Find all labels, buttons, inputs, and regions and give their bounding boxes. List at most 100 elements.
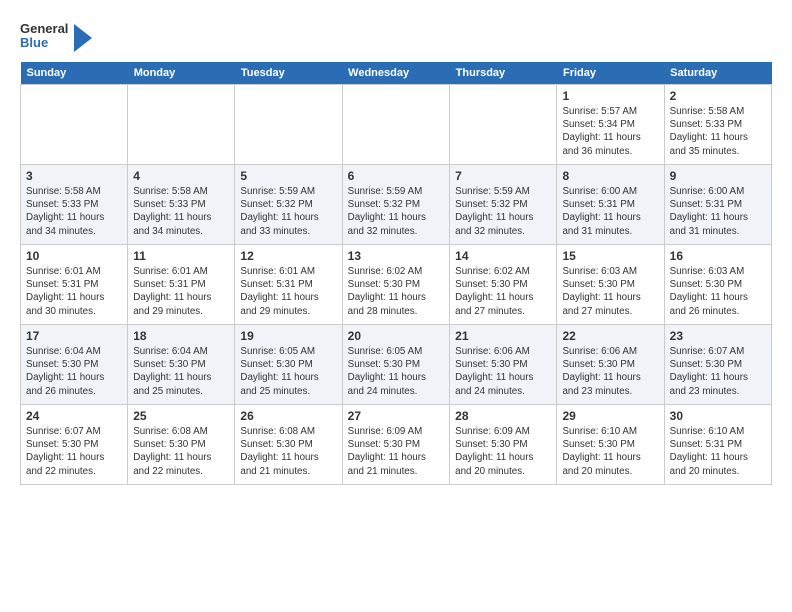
calendar-cell: [450, 85, 557, 165]
day-number: 10: [26, 249, 122, 263]
day-info: Sunrise: 6:09 AM Sunset: 5:30 PM Dayligh…: [348, 425, 445, 478]
day-info: Sunrise: 6:06 AM Sunset: 5:30 PM Dayligh…: [562, 345, 658, 398]
calendar-week-row: 3 Sunrise: 5:58 AM Sunset: 5:33 PM Daylig…: [21, 165, 772, 245]
day-info: Sunrise: 5:58 AM Sunset: 5:33 PM Dayligh…: [26, 185, 122, 238]
day-number: 4: [133, 169, 229, 183]
calendar-week-row: 17Sunrise: 6:04 AM Sunset: 5:30 PM Dayli…: [21, 325, 772, 405]
day-number: 15: [562, 249, 658, 263]
calendar-cell: 26 Sunrise: 6:08 AM Sunset: 5:30 PM Dayli…: [235, 405, 342, 485]
day-info: Sunrise: 6:07 AM Sunset: 5:30 PM Dayligh…: [26, 425, 122, 478]
calendar-cell: 3 Sunrise: 5:58 AM Sunset: 5:33 PM Daylig…: [21, 165, 128, 245]
calendar-cell: 28 Sunrise: 6:09 AM Sunset: 5:30 PM Dayli…: [450, 405, 557, 485]
calendar-cell: 23 Sunrise: 6:07 AM Sunset: 5:30 PM Dayli…: [664, 325, 771, 405]
day-number: 3: [26, 169, 122, 183]
day-number: 26: [240, 409, 336, 423]
day-number: 18: [133, 329, 229, 343]
calendar-cell: [21, 85, 128, 165]
day-info: Sunrise: 6:08 AM Sunset: 5:30 PM Dayligh…: [240, 425, 336, 478]
day-info: Sunrise: 6:01 AM Sunset: 5:31 PM Dayligh…: [240, 265, 336, 318]
day-info: Sunrise: 6:03 AM Sunset: 5:30 PM Dayligh…: [670, 265, 766, 318]
day-info: Sunrise: 6:03 AM Sunset: 5:30 PM Dayligh…: [562, 265, 658, 318]
calendar-cell: 22 Sunrise: 6:06 AM Sunset: 5:30 PM Dayli…: [557, 325, 664, 405]
calendar-week-row: 10 Sunrise: 6:01 AM Sunset: 5:31 PM Dayli…: [21, 245, 772, 325]
logo-arrow-icon: [74, 24, 92, 52]
day-info: Sunrise: 6:07 AM Sunset: 5:30 PM Dayligh…: [670, 345, 766, 398]
day-info: Sunrise: 6:01 AM Sunset: 5:31 PM Dayligh…: [26, 265, 122, 318]
calendar-cell: 29Sunrise: 6:10 AM Sunset: 5:30 PM Dayli…: [557, 405, 664, 485]
day-info: Sunrise: 6:05 AM Sunset: 5:30 PM Dayligh…: [240, 345, 336, 398]
logo-text: General Blue: [20, 22, 68, 51]
logo-general: General: [20, 22, 68, 36]
calendar-header-sunday: Sunday: [21, 62, 128, 85]
day-info: Sunrise: 6:00 AM Sunset: 5:31 PM Dayligh…: [562, 185, 658, 238]
calendar-cell: 9Sunrise: 6:00 AM Sunset: 5:31 PM Daylig…: [664, 165, 771, 245]
calendar-cell: [342, 85, 450, 165]
calendar-cell: 11 Sunrise: 6:01 AM Sunset: 5:31 PM Dayli…: [128, 245, 235, 325]
calendar-cell: 14 Sunrise: 6:02 AM Sunset: 5:30 PM Dayli…: [450, 245, 557, 325]
day-number: 19: [240, 329, 336, 343]
day-number: 16: [670, 249, 766, 263]
calendar-week-row: 24 Sunrise: 6:07 AM Sunset: 5:30 PM Dayli…: [21, 405, 772, 485]
calendar-cell: 18 Sunrise: 6:04 AM Sunset: 5:30 PM Dayli…: [128, 325, 235, 405]
calendar-cell: 20 Sunrise: 6:05 AM Sunset: 5:30 PM Dayli…: [342, 325, 450, 405]
day-number: 28: [455, 409, 551, 423]
day-number: 5: [240, 169, 336, 183]
day-number: 14: [455, 249, 551, 263]
calendar-cell: [235, 85, 342, 165]
calendar-cell: 27 Sunrise: 6:09 AM Sunset: 5:30 PM Dayli…: [342, 405, 450, 485]
day-info: Sunrise: 6:09 AM Sunset: 5:30 PM Dayligh…: [455, 425, 551, 478]
calendar-header-row: SundayMondayTuesdayWednesdayThursdayFrid…: [21, 62, 772, 85]
day-number: 9: [670, 169, 766, 183]
calendar-header-friday: Friday: [557, 62, 664, 85]
day-number: 1: [562, 89, 658, 103]
day-number: 6: [348, 169, 445, 183]
calendar-header-wednesday: Wednesday: [342, 62, 450, 85]
day-info: Sunrise: 5:57 AM Sunset: 5:34 PM Dayligh…: [562, 105, 658, 158]
calendar-header-tuesday: Tuesday: [235, 62, 342, 85]
day-info: Sunrise: 5:58 AM Sunset: 5:33 PM Dayligh…: [133, 185, 229, 238]
day-info: Sunrise: 5:59 AM Sunset: 5:32 PM Dayligh…: [455, 185, 551, 238]
day-info: Sunrise: 6:10 AM Sunset: 5:31 PM Dayligh…: [670, 425, 766, 478]
day-info: Sunrise: 5:59 AM Sunset: 5:32 PM Dayligh…: [240, 185, 336, 238]
calendar-header-thursday: Thursday: [450, 62, 557, 85]
calendar-cell: 30 Sunrise: 6:10 AM Sunset: 5:31 PM Dayli…: [664, 405, 771, 485]
day-number: 8: [562, 169, 658, 183]
calendar-cell: 16 Sunrise: 6:03 AM Sunset: 5:30 PM Dayli…: [664, 245, 771, 325]
day-number: 30: [670, 409, 766, 423]
calendar-cell: 25 Sunrise: 6:08 AM Sunset: 5:30 PM Dayli…: [128, 405, 235, 485]
day-number: 23: [670, 329, 766, 343]
calendar-cell: 21 Sunrise: 6:06 AM Sunset: 5:30 PM Dayli…: [450, 325, 557, 405]
calendar-cell: 8 Sunrise: 6:00 AM Sunset: 5:31 PM Daylig…: [557, 165, 664, 245]
logo-blue: Blue: [20, 36, 68, 50]
day-number: 21: [455, 329, 551, 343]
day-info: Sunrise: 6:01 AM Sunset: 5:31 PM Dayligh…: [133, 265, 229, 318]
day-info: Sunrise: 6:08 AM Sunset: 5:30 PM Dayligh…: [133, 425, 229, 478]
page-header: General Blue: [20, 20, 772, 52]
calendar-cell: 12 Sunrise: 6:01 AM Sunset: 5:31 PM Dayli…: [235, 245, 342, 325]
day-number: 11: [133, 249, 229, 263]
day-number: 25: [133, 409, 229, 423]
calendar-cell: 17Sunrise: 6:04 AM Sunset: 5:30 PM Dayli…: [21, 325, 128, 405]
calendar-header-saturday: Saturday: [664, 62, 771, 85]
day-info: Sunrise: 6:04 AM Sunset: 5:30 PM Dayligh…: [133, 345, 229, 398]
calendar-cell: 13Sunrise: 6:02 AM Sunset: 5:30 PM Dayli…: [342, 245, 450, 325]
day-number: 13: [348, 249, 445, 263]
day-info: Sunrise: 6:02 AM Sunset: 5:30 PM Dayligh…: [455, 265, 551, 318]
day-number: 22: [562, 329, 658, 343]
logo: General Blue: [20, 20, 92, 52]
day-number: 20: [348, 329, 445, 343]
calendar-cell: [128, 85, 235, 165]
day-number: 27: [348, 409, 445, 423]
calendar-week-row: 1 Sunrise: 5:57 AM Sunset: 5:34 PM Daylig…: [21, 85, 772, 165]
calendar-table: SundayMondayTuesdayWednesdayThursdayFrid…: [20, 62, 772, 485]
day-info: Sunrise: 6:04 AM Sunset: 5:30 PM Dayligh…: [26, 345, 122, 398]
day-number: 24: [26, 409, 122, 423]
day-info: Sunrise: 6:05 AM Sunset: 5:30 PM Dayligh…: [348, 345, 445, 398]
day-number: 2: [670, 89, 766, 103]
calendar-cell: 24 Sunrise: 6:07 AM Sunset: 5:30 PM Dayli…: [21, 405, 128, 485]
day-number: 12: [240, 249, 336, 263]
calendar-cell: 7 Sunrise: 5:59 AM Sunset: 5:32 PM Daylig…: [450, 165, 557, 245]
day-info: Sunrise: 6:06 AM Sunset: 5:30 PM Dayligh…: [455, 345, 551, 398]
day-number: 7: [455, 169, 551, 183]
day-info: Sunrise: 5:59 AM Sunset: 5:32 PM Dayligh…: [348, 185, 445, 238]
